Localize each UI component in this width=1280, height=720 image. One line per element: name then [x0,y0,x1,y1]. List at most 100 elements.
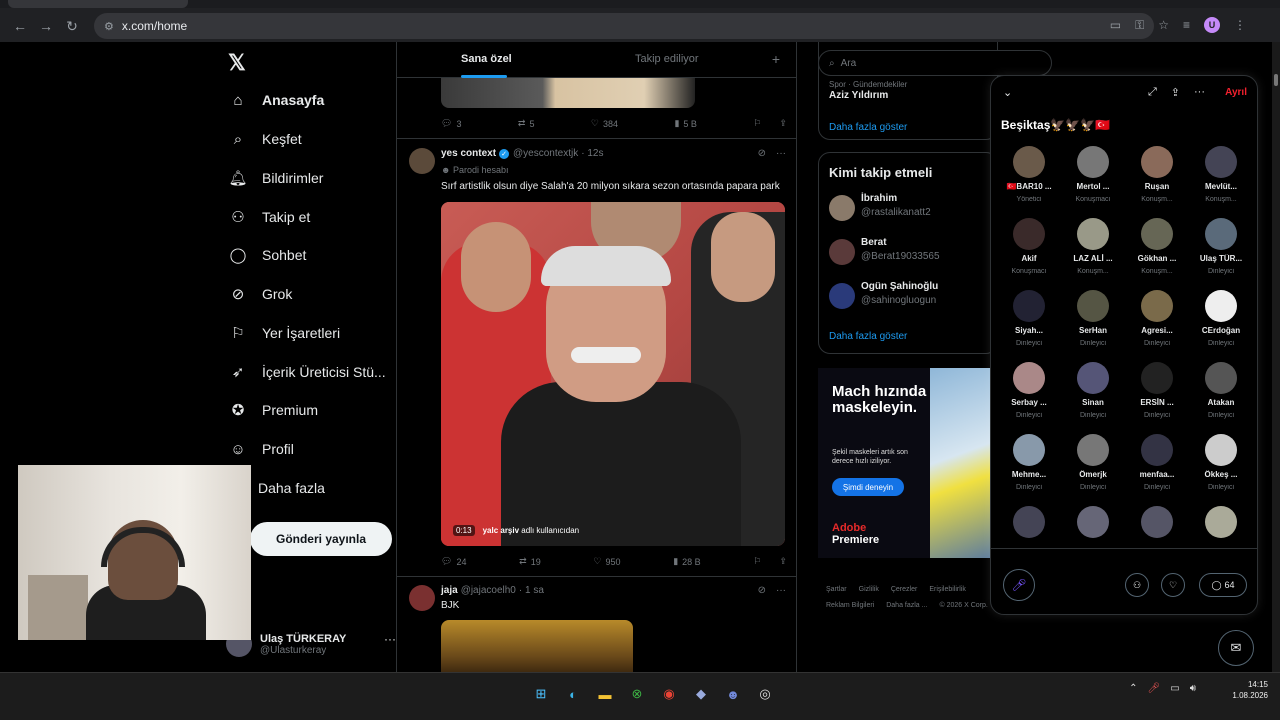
space-participant[interactable]: SerHan Dinleyici [1061,290,1125,362]
grok-icon[interactable]: ⊘ [758,585,766,596]
mic-tray-icon[interactable]: 🎤︎ [1148,683,1161,694]
site-info-icon[interactable]: ⚙ [104,20,114,33]
display-icon[interactable]: ▭ [1170,683,1179,694]
space-participant[interactable]: CErdoğan Dinleyici [1189,290,1253,362]
mic-icon[interactable]: 🎤︎ [1003,569,1035,601]
space-participant[interactable]: Ömerjk Dinleyici [1061,434,1125,506]
footer-link[interactable]: Şartlar [826,586,847,593]
more-dots-icon[interactable]: ··· [776,585,786,596]
like-button[interactable]: ♡ 950 [593,556,620,567]
bookmark-star-icon[interactable]: ☆ [1158,18,1169,32]
author-handle[interactable]: @yescontextjk [513,148,578,159]
footer-link[interactable]: Gizlilik [859,586,879,593]
nav-item-notifications[interactable]: 🔔︎ Bildirimler [228,163,323,193]
x-logo-icon[interactable]: 𝕏 [228,50,246,76]
folder-icon[interactable]: ▬ [592,681,618,707]
space-participant[interactable]: Serbay ... Dinleyici [997,362,1061,434]
space-participant[interactable]: Ruşan Konuşm... [1125,146,1189,218]
footer-link[interactable]: Çerezler [891,586,917,593]
space-participant[interactable]: Mertol ... Konuşmacı [1061,146,1125,218]
like-button[interactable]: ♡ 384 [591,118,618,129]
messages-fab-icon[interactable]: ✉ [1218,630,1254,666]
nav-item-follow[interactable]: ⚇ Takip et [228,202,310,232]
scrollbar-thumb[interactable] [1274,74,1278,86]
promoted-ad[interactable]: Mach hızında maskeleyin. Şekil maskeleri… [818,368,998,558]
post-button[interactable]: Gönderi yayınla [250,522,392,556]
grok-icon[interactable]: ⊘ [758,148,766,159]
profile-avatar[interactable]: U [1204,17,1220,33]
volume-icon[interactable]: 🔊︎ [1190,683,1196,694]
app-icon[interactable]: ◆ [688,681,714,707]
more-dots-icon[interactable]: ··· [384,632,396,646]
password-key-icon[interactable]: ⚿ [1135,18,1144,33]
space-participant[interactable]: menfaa... Dinleyici [1125,434,1189,506]
nav-item-profile[interactable]: ☺ Profil [228,434,294,464]
space-participant[interactable]: Ulaş TÜR... Dinleyici [1189,218,1253,290]
previous-tweet-image[interactable] [441,78,695,108]
forward-icon[interactable]: → [34,14,58,38]
avatar[interactable] [409,148,435,174]
reaction-heart-icon[interactable]: ♡ [1161,573,1185,597]
chevron-up-icon[interactable]: ⌃ [1129,683,1137,694]
ad-cta-button[interactable]: Şimdi deneyin [832,478,904,496]
reply-button[interactable]: 💬︎ 3 [441,118,461,129]
clock[interactable]: 14:15 1.08.2026 [1232,679,1268,701]
nav-item-chat[interactable]: ◯ Sohbet [228,240,307,270]
comments-button[interactable]: ◯ 64 [1199,573,1247,597]
space-participant[interactable]: Akif Konuşmacı [997,218,1061,290]
back-icon[interactable]: ← [8,14,32,38]
space-participant[interactable]: Agresi... Dinleyici [1125,290,1189,362]
expand-icon[interactable]: ⤢ [1148,86,1157,99]
url-bar[interactable]: ⚙ x.com/home [94,13,1154,39]
author-name[interactable]: jaja [441,585,458,596]
reload-icon[interactable]: ↻ [60,14,84,38]
account-switcher[interactable]: Ulaş TÜRKERAY @Ulasturkeray ··· [226,626,396,662]
space-participant[interactable]: Mevlüt... Konuşm... [1189,146,1253,218]
bookmark-button[interactable]: ⚐ ⇪ [753,556,787,567]
tweet-time[interactable]: · 12s [581,148,603,159]
more-dots-icon[interactable]: ··· [1194,86,1205,99]
space-participant[interactable] [1189,506,1253,546]
windows-start-icon[interactable]: ⊞ [528,681,554,707]
trend-item[interactable]: Aziz Yıldırım [829,90,888,101]
author-handle[interactable]: @jajacoelh0 [461,585,516,596]
nav-item-premium[interactable]: ✪ Premium [228,395,318,425]
footer-link[interactable]: Reklam Bilgileri [826,602,874,609]
space-participant[interactable]: Ökkeş ... Dinleyici [1189,434,1253,506]
space-participant[interactable]: Sinan Dinleyici [1061,362,1125,434]
retweet-button[interactable]: ⇄ 19 [519,556,541,567]
views-button[interactable]: ▮ 5 B [674,118,696,129]
tweet-video[interactable]: 0:13 yalc arşiv adlı kullanıcıdan [441,202,785,546]
add-tab-icon[interactable]: + [772,51,780,67]
nav-item-explore[interactable]: ⌕ Keşfet [228,124,302,154]
people-icon[interactable]: ⚇ [1125,573,1149,597]
nav-item-bookmarks[interactable]: ⚐ Yer İşaretleri [228,318,340,348]
views-button[interactable]: ▮ 28 B [673,556,700,567]
tab-for-you[interactable]: Sana özel [461,53,512,65]
edge-icon[interactable]: ◐ [560,681,586,707]
footer-link[interactable]: Daha fazla ... [886,602,927,609]
follow-suggestion[interactable]: Berat @Berat19033565 [829,237,1007,267]
share-icon[interactable]: ⇪ [779,556,787,567]
author-name[interactable]: yes context [441,148,496,159]
space-participant[interactable] [997,506,1061,546]
discord-icon[interactable]: ☻ [720,681,746,707]
follow-suggestion[interactable]: Ogün Şahinoğlu @sahinogluogun [829,281,1007,311]
follow-suggestion[interactable]: İbrahim @rastalikanatt2 [829,193,1007,223]
reply-button[interactable]: 💬︎ 24 [441,556,466,567]
footer-link[interactable]: Erişilebilirlik [929,586,966,593]
video-source[interactable]: yalc arşiv adlı kullanıcıdan [483,526,580,535]
space-participant[interactable] [1061,506,1125,546]
space-participant[interactable]: ERSİN ... Dinleyici [1125,362,1189,434]
chrome-icon[interactable]: ◉ [656,681,682,707]
obs-icon[interactable]: ◎ [752,681,778,707]
avatar[interactable] [409,585,435,611]
tweet-image[interactable] [441,620,633,672]
leave-space-button[interactable]: Ayrıl [1225,87,1247,98]
share-icon[interactable]: ⇪ [1171,86,1180,99]
collapse-icon[interactable]: ⌄ [1003,86,1012,99]
space-participant[interactable]: 🇹🇷BAR10 ... Yönetici [997,146,1061,218]
nav-item-grok[interactable]: ⊘ Grok [228,279,293,309]
retweet-button[interactable]: ⇄ 5 [518,118,535,129]
xbox-icon[interactable]: ⊗ [624,681,650,707]
